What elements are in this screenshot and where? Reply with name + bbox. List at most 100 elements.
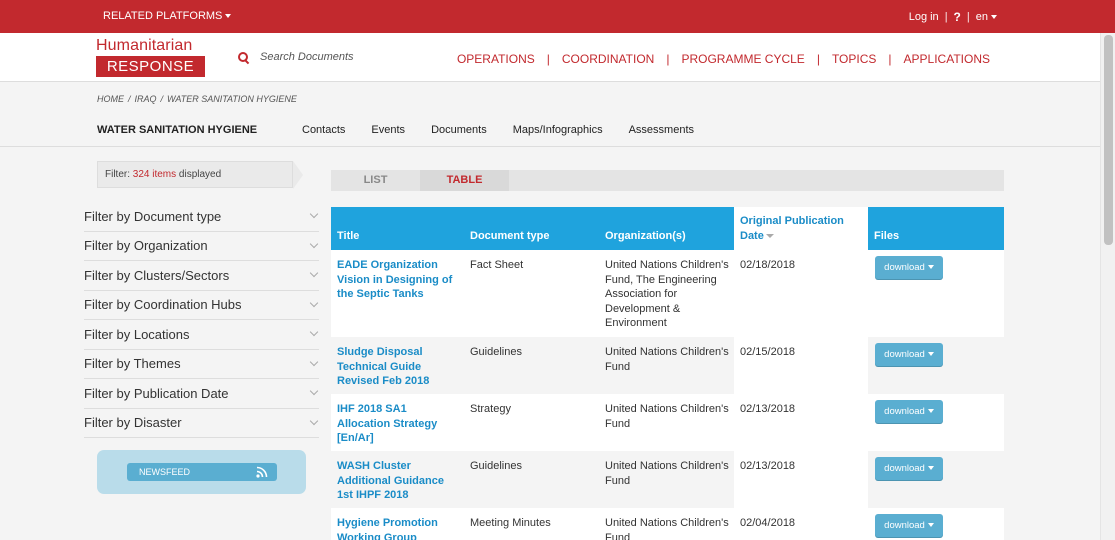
nav-programme-cycle[interactable]: PROGRAMME CYCLE: [681, 52, 804, 66]
publication-date: 02/13/2018: [740, 403, 796, 415]
download-label: download: [884, 406, 925, 417]
header-document-type[interactable]: Document type: [470, 230, 549, 242]
download-button[interactable]: download: [875, 514, 943, 538]
search-input[interactable]: [260, 51, 400, 63]
caret-down-icon: [927, 409, 934, 414]
document-title-link[interactable]: IHF 2018 SA1 Allocation Strategy [En/Ar]: [337, 402, 457, 446]
download-label: download: [884, 520, 925, 531]
tab-events[interactable]: Events: [371, 124, 405, 136]
nav-coordination[interactable]: COORDINATION: [562, 52, 654, 66]
breadcrumb: HOME / IRAQ / WATER SANITATION HYGIENE: [97, 94, 297, 104]
files-cell: download: [875, 256, 943, 280]
caret-down-icon: [991, 15, 997, 20]
tab-documents[interactable]: Documents: [431, 124, 487, 136]
files-cell: download: [875, 457, 943, 481]
items-count: 324 items: [132, 169, 177, 180]
filter-label: Filter by Coordination Hubs: [84, 297, 242, 313]
document-type: Meeting Minutes: [470, 517, 551, 529]
filter-publication-date[interactable]: Filter by Publication Date: [84, 379, 319, 409]
site-header: Humanitarian RESPONSE OPERATIONS | COORD…: [0, 33, 1100, 82]
sort-desc-icon: [765, 234, 774, 239]
download-label: download: [884, 262, 925, 273]
filter-coordination-hubs[interactable]: Filter by Coordination Hubs: [84, 291, 319, 320]
filter-label: Filter by Themes: [84, 356, 181, 372]
scrollbar-thumb[interactable]: [1104, 35, 1113, 245]
caret-down-icon: [927, 466, 934, 471]
filter-organization[interactable]: Filter by Organization: [84, 232, 319, 261]
filter-themes[interactable]: Filter by Themes: [84, 350, 319, 379]
filter-label: Filter by Document type: [84, 208, 222, 224]
chevron-down-icon: [309, 210, 319, 219]
document-type: Guidelines: [470, 460, 522, 472]
document-title-link[interactable]: WASH Cluster Additional Guidance 1st IHP…: [337, 459, 457, 503]
tab-maps-infographics[interactable]: Maps/Infographics: [513, 124, 603, 136]
document-organization: United Nations Children's Fund, The Engi…: [605, 259, 729, 330]
related-platforms-label: RELATED PLATFORMS: [103, 10, 223, 22]
nav-applications[interactable]: APPLICATIONS: [904, 52, 990, 66]
divider: |: [966, 11, 970, 23]
filter-clusters-sectors[interactable]: Filter by Clusters/Sectors: [84, 261, 319, 291]
document-type: Strategy: [470, 403, 511, 415]
tab-contacts[interactable]: Contacts: [302, 124, 345, 136]
document-type: Guidelines: [470, 346, 522, 358]
page-title: WATER SANITATION HYGIENE: [97, 124, 258, 136]
download-button[interactable]: download: [875, 343, 943, 367]
divider: |: [816, 52, 820, 66]
logo-line2: RESPONSE: [96, 56, 205, 77]
header-date-label: Original Publication Date: [740, 215, 844, 242]
tab-assessments[interactable]: Assessments: [629, 124, 694, 136]
table-row: EADE Organization Vision in Designing of…: [331, 250, 1004, 337]
nav-topics[interactable]: TOPICS: [832, 52, 876, 66]
search-box: [238, 51, 400, 63]
document-organization: United Nations Children's Fund: [605, 346, 729, 373]
chevron-down-icon: [309, 328, 319, 337]
document-organization: United Nations Children's Fund: [605, 403, 729, 430]
files-cell: download: [875, 514, 943, 538]
breadcrumb-home[interactable]: HOME: [97, 94, 124, 104]
document-title-link[interactable]: Hygiene Promotion Working Group: [337, 516, 457, 540]
newsfeed-panel: NEWSFEED: [97, 450, 306, 494]
header-files: Files: [874, 230, 900, 242]
files-cell: download: [875, 400, 943, 424]
table-row: Sludge Disposal Technical Guide Revised …: [331, 337, 1004, 394]
language-selector[interactable]: en: [976, 11, 997, 23]
filter-suffix: displayed: [178, 169, 222, 180]
section-nav: Contacts Events Documents Maps/Infograph…: [302, 124, 720, 136]
document-organization: United Nations Children's Fund: [605, 517, 729, 540]
main-nav: OPERATIONS | COORDINATION | PROGRAMME CY…: [457, 52, 990, 66]
tab-list-view[interactable]: LIST: [331, 170, 420, 191]
document-title-link[interactable]: EADE Organization Vision in Designing of…: [337, 258, 457, 302]
filter-document-type[interactable]: Filter by Document type: [84, 202, 319, 232]
filter-list: Filter by Document type Filter by Organi…: [84, 202, 319, 438]
table-row: WASH Cluster Additional Guidance 1st IHP…: [331, 451, 1004, 508]
publication-date: 02/18/2018: [740, 259, 796, 271]
breadcrumb-iraq[interactable]: IRAQ: [135, 94, 157, 104]
publication-date: 02/04/2018: [740, 517, 796, 529]
header-organizations[interactable]: Organization(s): [605, 230, 686, 242]
caret-down-icon: [927, 352, 934, 357]
download-button[interactable]: download: [875, 400, 943, 424]
header-publication-date[interactable]: Original Publication Date: [740, 214, 864, 244]
header-title[interactable]: Title: [337, 230, 359, 242]
search-icon[interactable]: [238, 51, 249, 63]
download-button[interactable]: download: [875, 457, 943, 481]
document-organization: United Nations Children's Fund: [605, 460, 729, 487]
filter-label: Filter by Locations: [84, 326, 190, 342]
site-logo[interactable]: Humanitarian RESPONSE: [96, 38, 206, 77]
filter-locations[interactable]: Filter by Locations: [84, 320, 319, 350]
page-scrollbar[interactable]: [1100, 33, 1115, 540]
filter-label: Filter by Clusters/Sectors: [84, 267, 230, 283]
newsfeed-button[interactable]: NEWSFEED: [127, 463, 277, 481]
download-label: download: [884, 349, 925, 360]
help-icon[interactable]: ?: [954, 10, 961, 24]
divider: |: [666, 52, 670, 66]
related-platforms-menu[interactable]: RELATED PLATFORMS: [103, 10, 232, 22]
download-button[interactable]: download: [875, 256, 943, 280]
filter-disaster[interactable]: Filter by Disaster: [84, 409, 319, 438]
language-label: en: [975, 11, 988, 23]
nav-operations[interactable]: OPERATIONS: [457, 52, 535, 66]
login-link[interactable]: Log in: [909, 11, 939, 23]
tab-table-view[interactable]: TABLE: [420, 170, 509, 191]
chevron-down-icon: [309, 387, 319, 396]
document-title-link[interactable]: Sludge Disposal Technical Guide Revised …: [337, 345, 457, 389]
